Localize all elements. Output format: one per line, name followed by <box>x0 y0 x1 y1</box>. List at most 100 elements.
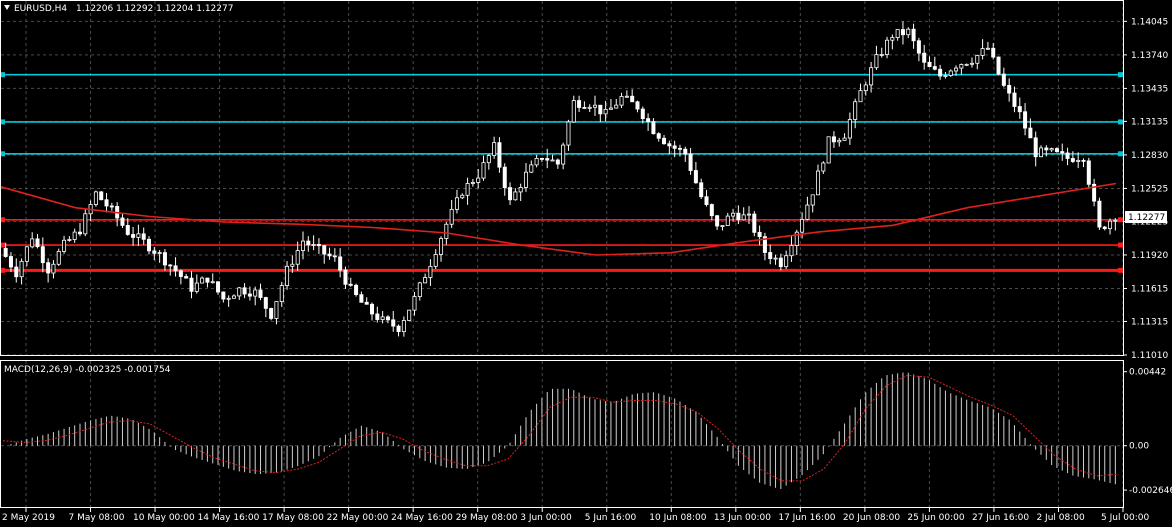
candle-bear <box>359 294 364 303</box>
price-tick-label: 1.13435 <box>1131 84 1168 94</box>
candle-bear <box>1102 226 1107 230</box>
level-handle-right[interactable] <box>1118 242 1123 248</box>
candle-bull <box>454 197 459 210</box>
level-handle-right[interactable] <box>1118 151 1123 157</box>
candle-bear <box>77 231 82 235</box>
time-tick-label: 22 May 00:00 <box>327 513 389 523</box>
candle-bull <box>200 277 205 284</box>
candle-bear <box>391 319 396 327</box>
candle-bear <box>672 145 677 149</box>
level-handle-right[interactable] <box>1118 72 1123 78</box>
candle-bull <box>274 301 279 319</box>
candle-bear <box>3 247 8 257</box>
candle-bear <box>189 277 194 292</box>
candle-bull <box>407 309 412 321</box>
candle-bull <box>842 137 847 141</box>
candle-bear <box>216 281 221 293</box>
candle-bull <box>523 171 528 188</box>
candle-bear <box>168 264 173 267</box>
level-handle-right[interactable] <box>1118 267 1123 273</box>
candle-bear <box>736 212 741 221</box>
time-tick-label: 10 May 00:00 <box>133 513 195 523</box>
candle-bull <box>593 104 598 108</box>
candle-bull <box>83 213 88 235</box>
candle-bull <box>969 62 974 65</box>
candle-bear <box>831 136 836 143</box>
candle-bear <box>46 262 51 274</box>
candle-bear <box>582 107 587 109</box>
level-handle-right[interactable] <box>1118 119 1123 125</box>
candle-bear <box>640 108 645 120</box>
candle-bear <box>269 307 274 319</box>
candle-bull <box>518 187 523 193</box>
candle-bear <box>370 303 375 315</box>
candle-bull <box>486 155 491 164</box>
time-tick-label: 5 Jul 00:00 <box>1101 513 1150 523</box>
candle-bear <box>757 231 762 238</box>
candle-bear <box>768 252 773 259</box>
candle-bull <box>279 285 284 303</box>
candle-bear <box>635 101 640 110</box>
candle-bear <box>1012 92 1017 107</box>
candle-bull <box>476 177 481 183</box>
symbol-timeframe: EURUSD,H4 <box>14 4 67 14</box>
candle-bull <box>810 194 815 206</box>
candle-bear <box>683 148 688 155</box>
candle-bear <box>348 283 353 286</box>
candle-bear <box>35 238 40 248</box>
candle-bear <box>693 170 698 184</box>
candle-bull <box>290 263 295 267</box>
candle-bull <box>93 191 98 205</box>
candle-bear <box>375 313 380 320</box>
candle-bull <box>401 320 406 333</box>
macd-tick-label: 0.00 <box>1129 442 1149 452</box>
candle-bear <box>173 265 178 272</box>
candle-bear <box>662 137 667 145</box>
candle-bear <box>205 277 210 283</box>
candle-bull <box>449 208 454 225</box>
candle-bear <box>327 253 332 257</box>
candle-bull <box>1049 148 1054 151</box>
candle-bear <box>99 191 104 201</box>
candle-bull <box>226 297 231 300</box>
level-handle-right[interactable] <box>1118 217 1123 223</box>
candle-bull <box>237 287 242 297</box>
price-tick-label: 1.12525 <box>1131 184 1168 194</box>
candle-bear <box>338 256 343 271</box>
time-tick-label: 20 Jun 08:00 <box>843 513 900 523</box>
candle-bull <box>72 231 77 240</box>
candle-bear <box>242 287 247 295</box>
candle-bull <box>561 144 566 165</box>
candle-bear <box>539 158 544 160</box>
candle-bear <box>109 205 114 208</box>
time-tick-label: 2 May 2019 <box>2 513 55 523</box>
candle-bull <box>550 159 555 162</box>
candle-bear <box>991 47 996 58</box>
candle-bull <box>624 95 629 98</box>
candle-bear <box>40 246 45 264</box>
candle-bull <box>439 238 444 255</box>
candle-bull <box>300 240 305 251</box>
candle-bull <box>731 212 736 217</box>
candle-bull <box>853 101 858 120</box>
candle-bear <box>927 61 932 67</box>
candle-bull <box>805 204 810 220</box>
candle-bull <box>428 265 433 278</box>
price-tick-label: 1.11615 <box>1131 284 1168 294</box>
price-tick-label: 1.11010 <box>1131 351 1168 361</box>
chart-header: EURUSD,H4 1.12206 1.12292 1.12204 1.1227… <box>4 4 233 14</box>
candle-bull <box>311 244 316 246</box>
price-tick-label: 1.14045 <box>1131 17 1168 27</box>
candle-bull <box>30 238 35 248</box>
candle-bear <box>322 245 327 255</box>
candle-bear <box>178 270 183 277</box>
candle-bull <box>492 142 497 156</box>
trading-chart[interactable]: EURUSD,H4 1.12206 1.12292 1.12204 1.1227… <box>0 0 1172 527</box>
candle-bull <box>885 39 890 55</box>
candle-bear <box>545 158 550 161</box>
candle-bear <box>1081 159 1086 162</box>
candle-bear <box>577 100 582 108</box>
candle-bear <box>688 153 693 171</box>
candle-bull <box>608 107 613 110</box>
candle-bull <box>1108 220 1113 230</box>
